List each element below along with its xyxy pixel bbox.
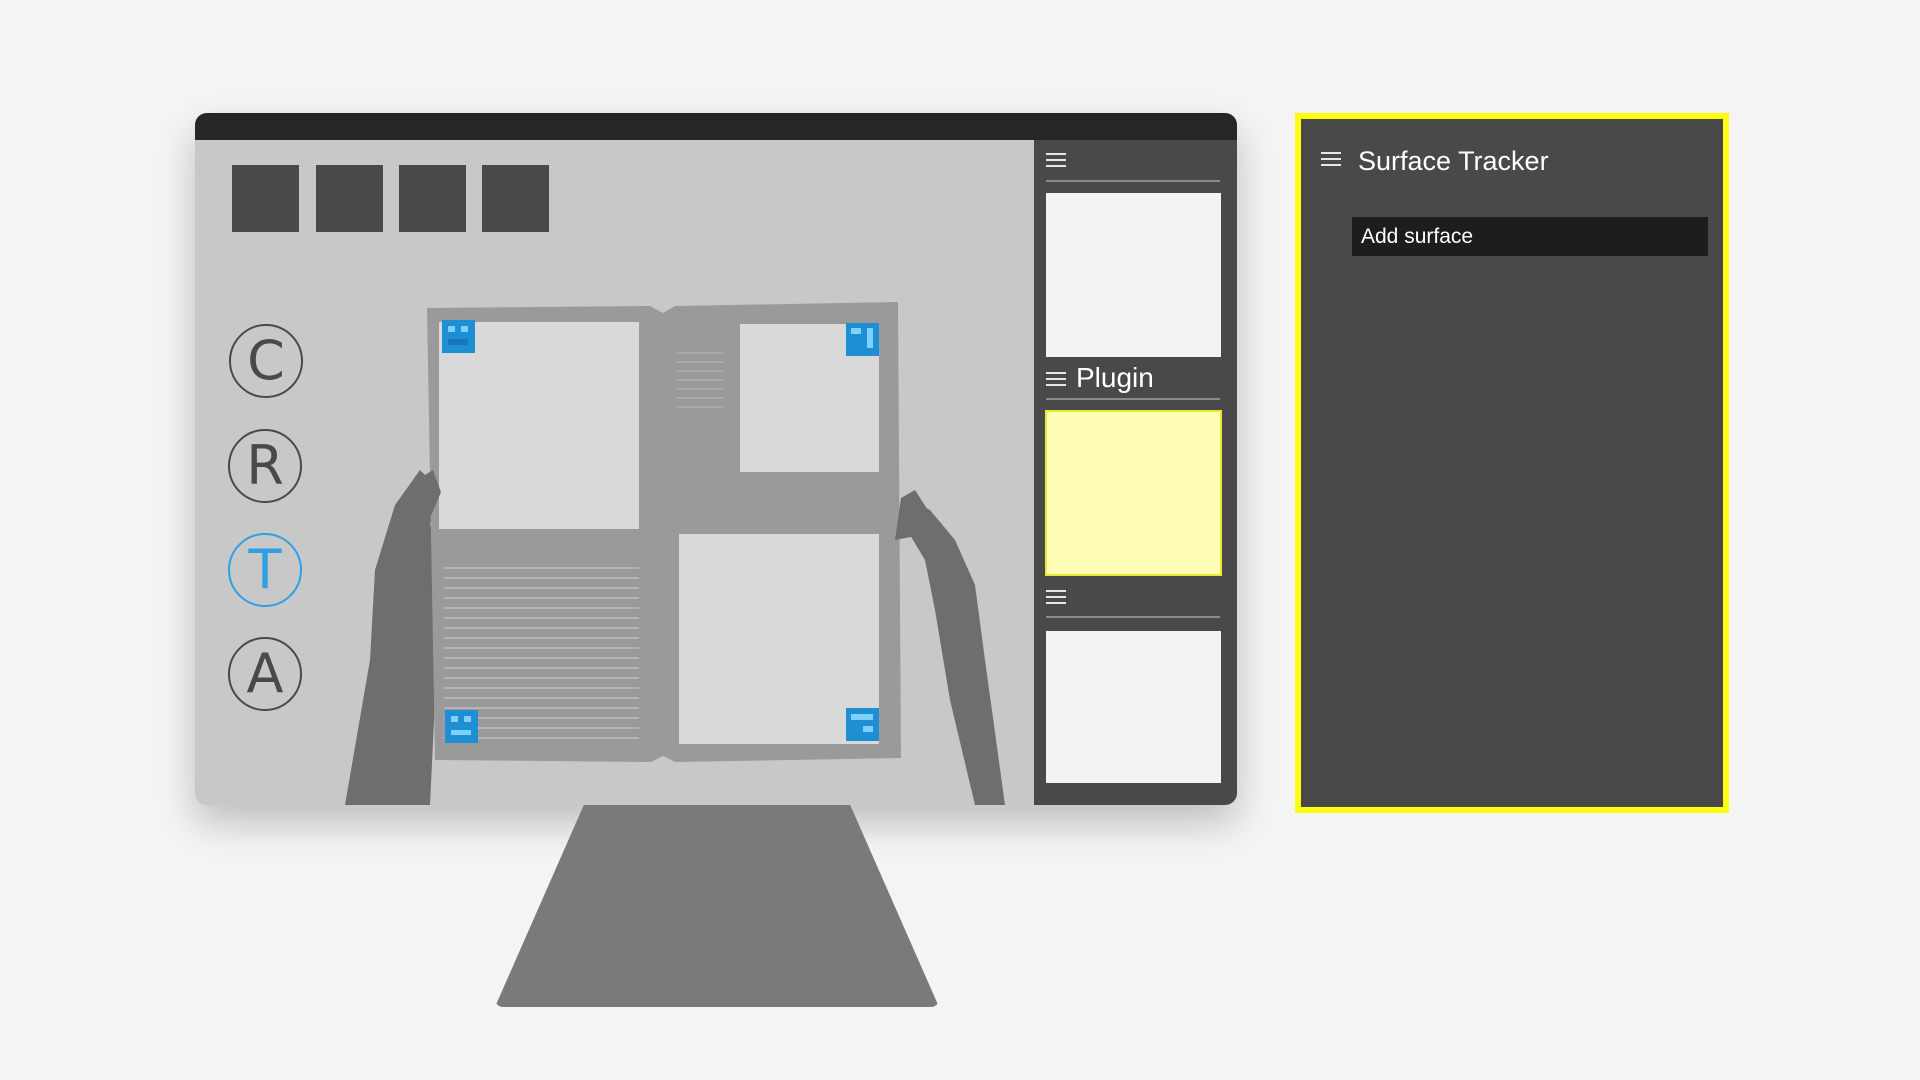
- divider: [1046, 398, 1220, 400]
- panel-card-3[interactable]: [1046, 631, 1221, 783]
- surface-marker-icon: [846, 708, 879, 741]
- scene-illustration: [345, 302, 1005, 805]
- mode-button-t[interactable]: T: [228, 533, 302, 607]
- surface-tracker-title: Surface Tracker: [1358, 146, 1549, 176]
- mode-button-c[interactable]: C: [229, 324, 303, 398]
- right-hand: [907, 500, 1005, 805]
- book-image-top-left: [439, 322, 639, 529]
- toolbar-button-1[interactable]: [232, 165, 299, 232]
- monitor-screen: C R T A Plugin: [195, 113, 1237, 805]
- surface-tracker-panel: Surface Tracker Add surface: [1295, 113, 1729, 813]
- surface-marker-icon: [445, 710, 478, 743]
- menu-icon[interactable]: [1321, 152, 1341, 168]
- menu-icon[interactable]: [1046, 153, 1066, 169]
- toolbar-button-3[interactable]: [399, 165, 466, 232]
- divider: [1046, 180, 1220, 182]
- world-view[interactable]: C R T A: [195, 140, 1034, 805]
- menu-icon[interactable]: [1046, 590, 1066, 606]
- toolbar-button-4[interactable]: [482, 165, 549, 232]
- side-panel: Plugin: [1034, 140, 1237, 805]
- plugin-card-highlighted[interactable]: [1045, 410, 1222, 576]
- menu-icon[interactable]: [1046, 372, 1066, 388]
- mode-button-a[interactable]: A: [228, 637, 302, 711]
- monitor-stand: [495, 805, 939, 1007]
- plugin-section-title: Plugin: [1076, 362, 1154, 393]
- surface-marker-icon: [442, 320, 475, 353]
- panel-card-1[interactable]: [1046, 193, 1221, 357]
- toolbar-button-2[interactable]: [316, 165, 383, 232]
- divider: [1046, 616, 1220, 618]
- surface-marker-icon: [846, 323, 879, 356]
- add-surface-button[interactable]: Add surface: [1352, 217, 1708, 256]
- mode-button-r[interactable]: R: [228, 429, 302, 503]
- window-title-bar: [195, 113, 1237, 140]
